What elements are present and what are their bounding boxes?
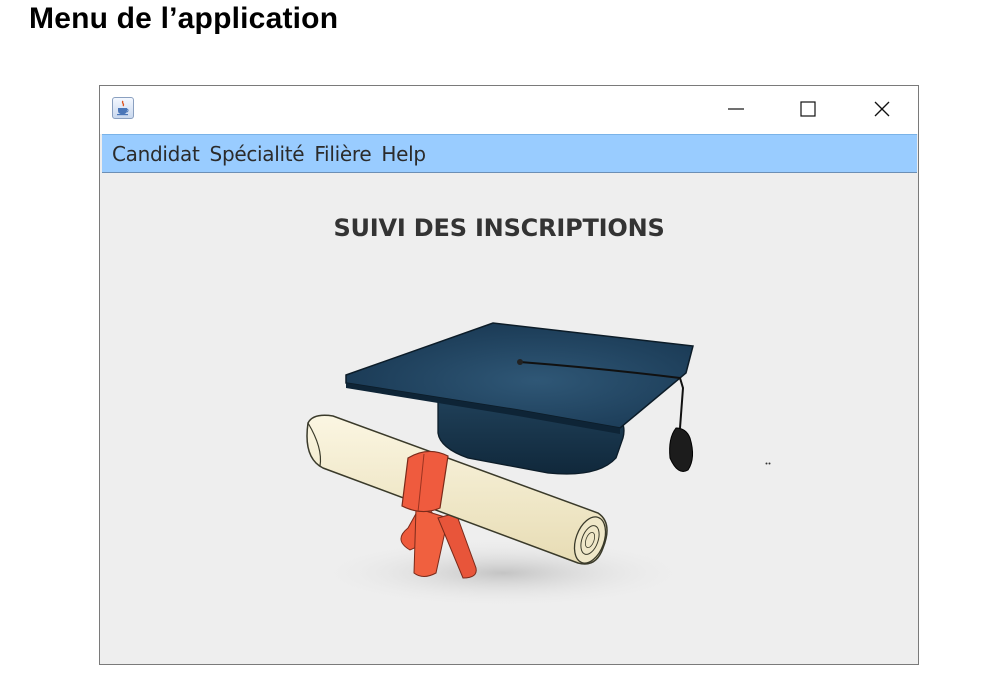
document-heading: Menu de l’application: [29, 2, 339, 35]
minimize-button[interactable]: [700, 86, 772, 132]
minimize-icon: [728, 108, 744, 110]
application-window: Candidat Spécialité Filière Help SUIVI D…: [99, 85, 919, 665]
close-icon: [874, 101, 890, 117]
stray-dots: [765, 462, 771, 465]
menu-specialite[interactable]: Spécialité: [208, 142, 313, 166]
maximize-button[interactable]: [772, 86, 844, 132]
java-coffee-icon[interactable]: [112, 97, 134, 119]
menu-help[interactable]: Help: [379, 142, 433, 166]
maximize-icon: [800, 101, 816, 117]
page-title: SUIVI DES INSCRIPTIONS: [333, 214, 665, 242]
menu-bar: Candidat Spécialité Filière Help: [102, 134, 917, 173]
graduation-cap-diploma-image: [306, 322, 694, 608]
menu-candidat[interactable]: Candidat: [110, 142, 208, 166]
menu-filiere[interactable]: Filière: [312, 142, 379, 166]
window-titlebar[interactable]: [100, 86, 918, 134]
close-button[interactable]: [846, 86, 918, 132]
